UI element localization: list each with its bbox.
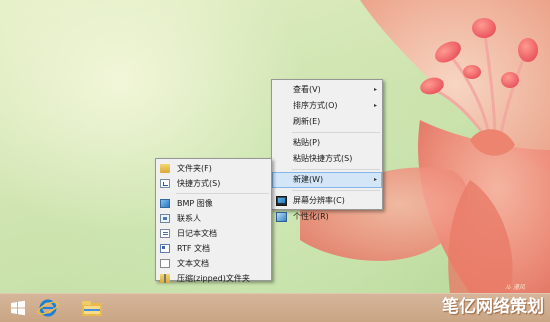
folder-icon	[160, 164, 170, 173]
menu-item-label: 日记本文档	[177, 229, 217, 238]
contact-icon	[160, 214, 170, 223]
menu-item-label: 新建(W)	[293, 175, 324, 184]
menu-item-sort-by[interactable]: 排序方式(O) ▸	[272, 98, 382, 114]
watermark-text: 笔亿网络策划	[442, 297, 544, 317]
menu-item-label: 文本文档	[177, 259, 209, 268]
new-submenu: 文件夹(F) 快捷方式(S) BMP 图像 联系人 日记本文档 RTF 文档 文…	[155, 158, 272, 283]
menu-item-label: 快捷方式(S)	[177, 179, 221, 188]
start-button[interactable]	[5, 296, 31, 320]
display-icon	[276, 196, 287, 206]
menu-item-paste[interactable]: 粘贴(P)	[272, 135, 382, 151]
internet-explorer-icon	[37, 299, 59, 317]
menu-item-label: 压缩(zipped)文件夹	[177, 274, 250, 283]
submenu-item-folder[interactable]: 文件夹(F)	[156, 161, 271, 176]
journal-icon	[160, 229, 170, 238]
menu-separator	[176, 193, 269, 194]
menu-item-label: 联系人	[177, 214, 201, 223]
menu-item-label: RTF 文档	[177, 244, 211, 253]
submenu-item-text-document[interactable]: 文本文档	[156, 256, 271, 271]
submenu-arrow-icon: ▸	[373, 86, 377, 93]
menu-item-view[interactable]: 查看(V) ▸	[272, 82, 382, 98]
menu-item-new[interactable]: 新建(W) ▸	[272, 172, 382, 188]
menu-item-label: 查看(V)	[293, 85, 321, 94]
watermark-small-text: ル 漫风	[505, 284, 525, 291]
personalize-icon	[276, 212, 287, 222]
submenu-item-shortcut[interactable]: 快捷方式(S)	[156, 176, 271, 191]
menu-item-label: 文件夹(F)	[177, 164, 212, 173]
menu-item-refresh[interactable]: 刷新(E)	[272, 114, 382, 130]
menu-item-label: 屏幕分辨率(C)	[293, 196, 345, 205]
desktop-context-menu: 查看(V) ▸ 排序方式(O) ▸ 刷新(E) 粘贴(P) 粘贴快捷方式(S) …	[271, 79, 383, 222]
bmp-image-icon	[160, 199, 170, 208]
menu-item-label: 刷新(E)	[293, 117, 321, 126]
menu-separator	[292, 132, 380, 133]
submenu-item-bmp-image[interactable]: BMP 图像	[156, 196, 271, 211]
submenu-item-journal[interactable]: 日记本文档	[156, 226, 271, 241]
windows-logo-icon	[11, 300, 25, 316]
zip-folder-icon	[160, 274, 170, 283]
submenu-item-zip-folder[interactable]: 压缩(zipped)文件夹	[156, 271, 271, 286]
menu-separator	[292, 169, 380, 170]
menu-item-personalize[interactable]: 个性化(R)	[272, 209, 382, 225]
menu-item-label: 粘贴(P)	[293, 138, 321, 147]
menu-separator	[292, 190, 380, 191]
file-explorer-button[interactable]	[79, 296, 105, 320]
menu-item-screen-resolution[interactable]: 屏幕分辨率(C)	[272, 193, 382, 209]
rtf-document-icon	[160, 244, 170, 253]
shortcut-icon	[160, 179, 170, 188]
menu-item-label: 个性化(R)	[293, 212, 329, 221]
menu-item-label: 粘贴快捷方式(S)	[293, 154, 353, 163]
submenu-arrow-icon: ▸	[373, 102, 377, 109]
file-explorer-icon	[82, 301, 102, 316]
submenu-arrow-icon: ▸	[373, 176, 377, 183]
submenu-item-rtf-document[interactable]: RTF 文档	[156, 241, 271, 256]
menu-item-paste-shortcut[interactable]: 粘贴快捷方式(S)	[272, 151, 382, 167]
submenu-item-contact[interactable]: 联系人	[156, 211, 271, 226]
text-document-icon	[160, 259, 170, 268]
internet-explorer-button[interactable]	[35, 296, 61, 320]
menu-item-label: BMP 图像	[177, 199, 213, 208]
menu-item-label: 排序方式(O)	[293, 101, 338, 110]
